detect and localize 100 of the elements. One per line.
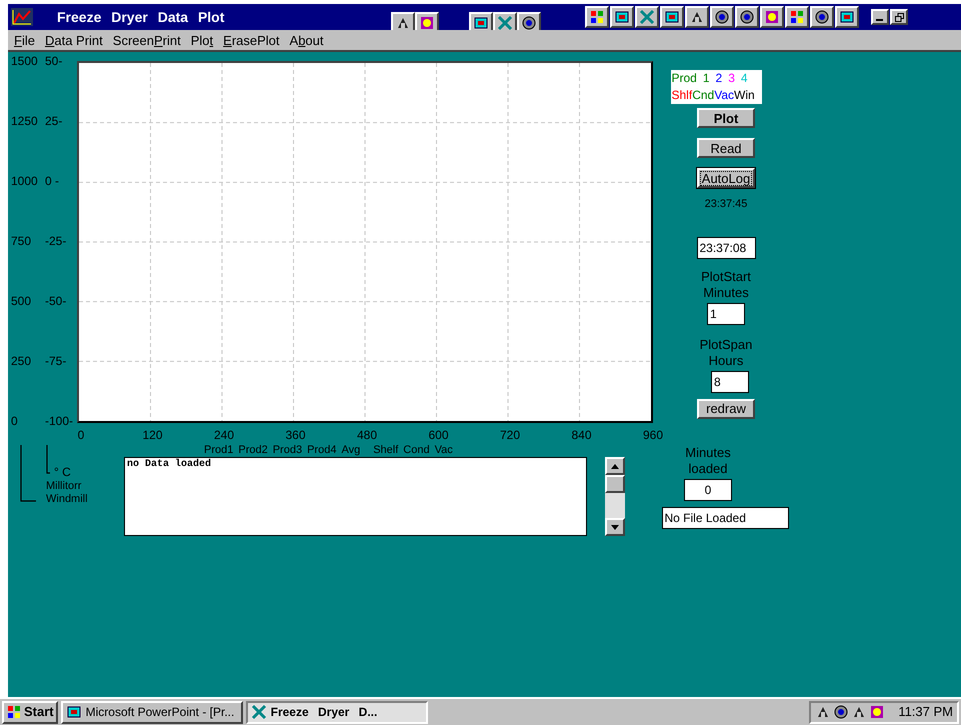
axis-label: 25- [45, 114, 62, 128]
field-label: Minutes loaded [685, 444, 731, 476]
axis-label: 500 [11, 294, 32, 308]
scroll-thumb[interactable] [605, 475, 625, 493]
axis-label: 720 [500, 427, 520, 444]
toolbar-button[interactable] [685, 6, 709, 28]
legend-label: 2 [716, 70, 722, 87]
unit-label: ° C [54, 464, 71, 481]
menu-item[interactable]: Data Print [44, 34, 103, 46]
column-header: Vac [434, 443, 453, 457]
axis-label: 1000 [11, 174, 39, 188]
legend-label: Cnd [692, 87, 714, 104]
menu-item[interactable]: ErasePlot [223, 34, 280, 46]
file-status-field[interactable]: No File Loaded [662, 506, 788, 528]
up-arrow-icon [611, 464, 619, 468]
legend-label: 1 [702, 70, 710, 87]
legend-label: Vac [714, 87, 734, 104]
axis-label: 120 [142, 427, 163, 444]
axis-label: 240 [214, 427, 234, 444]
app-icon [789, 9, 805, 25]
axis-label: 360 [285, 427, 306, 444]
down-arrow-icon [611, 524, 619, 530]
toolbar-button[interactable] [585, 6, 609, 28]
axis-label: 840 [571, 427, 592, 444]
button[interactable]: Plot [697, 108, 755, 128]
legend-label: Shlf [672, 87, 692, 104]
toolbar-button[interactable] [835, 6, 859, 28]
axis-label: 1250 [11, 114, 39, 128]
axis-label: 750 [11, 234, 32, 248]
axis-label: 600 [428, 427, 449, 444]
legend-label: Prod [672, 70, 697, 87]
axis-label: -75- [45, 354, 66, 368]
axis-label: 0 - [45, 174, 60, 188]
button[interactable]: AutoLog [697, 168, 755, 188]
axis-label: 50- [45, 54, 62, 68]
toolbar-button[interactable] [710, 6, 734, 28]
column-header: Prod4 [307, 443, 336, 457]
axis-label: 960 [642, 427, 664, 444]
axis-label: -50- [45, 294, 66, 308]
column-header: Prod2 [238, 443, 268, 457]
task-button[interactable]: Freeze Dryer D... [246, 700, 428, 724]
field-label: PlotSpan Hours [700, 336, 752, 368]
toolbar-button[interactable] [785, 6, 809, 28]
menu-item[interactable]: ScreenPrint [112, 34, 181, 46]
column-header: Avg [341, 443, 360, 457]
legend-label: 3 [728, 70, 735, 87]
minutes-loaded-field[interactable]: 0 [684, 478, 732, 500]
axis-label: -100- [45, 414, 74, 428]
app-icon [839, 9, 855, 25]
task-button[interactable]: Microsoft PowerPoint - [Pr... [60, 700, 243, 724]
legend-label: Win [734, 87, 755, 104]
scroll-up-button[interactable] [605, 457, 625, 475]
log-box[interactable]: no Data loaded [124, 457, 587, 536]
axis-label: 480 [356, 427, 378, 444]
button[interactable]: Read [697, 138, 755, 158]
toolbar-button[interactable] [660, 6, 684, 28]
plot-span-field[interactable]: 8 [711, 370, 749, 392]
toolbar-button[interactable] [810, 6, 834, 28]
app-icon [664, 9, 680, 25]
scroll-down-button[interactable] [605, 518, 625, 536]
app-icon [739, 9, 755, 25]
unit-label: Millitorr [46, 480, 82, 493]
scrollbar[interactable] [605, 457, 625, 536]
axis-label: 0 [78, 427, 84, 444]
clock: 11:37 PM [898, 703, 953, 722]
app-icon [589, 9, 605, 25]
axis-label: 250 [11, 354, 32, 368]
screen-icon [66, 704, 82, 720]
button[interactable]: redraw [697, 398, 755, 418]
window-title: Freeze Dryer Data Plot [57, 8, 226, 27]
toolbar-button[interactable] [735, 6, 759, 28]
plot-start-field[interactable]: 1 [707, 302, 745, 324]
legend-label: 4 [740, 70, 748, 87]
menu-item[interactable]: File [14, 34, 35, 46]
field-label: PlotStart Minutes [701, 268, 751, 300]
column-header: Shelf [373, 443, 398, 457]
start-button[interactable]: Start [2, 700, 58, 724]
toolbar-button[interactable] [635, 6, 659, 28]
clock-label: 23:37:45 [704, 197, 748, 212]
menu-item[interactable]: Plot [190, 34, 214, 46]
toolbar-button[interactable] [610, 6, 634, 28]
cross-icon [497, 15, 513, 31]
app-icon [714, 9, 730, 25]
toolbar-button[interactable] [760, 6, 784, 28]
unit-label: Windmill [46, 493, 88, 506]
app-icon [814, 9, 830, 25]
column-header: Cond [403, 443, 430, 457]
menu-item[interactable]: About [290, 34, 324, 46]
app-icon [764, 9, 780, 25]
app-icon [639, 9, 655, 25]
restore-button[interactable] [890, 9, 908, 25]
axis-label: 1500 [11, 54, 39, 68]
restore-icon [894, 12, 904, 22]
axis-label: 0 [11, 414, 19, 428]
app-icon [614, 9, 630, 25]
axis-label: -25- [45, 234, 66, 248]
time-field[interactable]: 23:37:08 [696, 236, 756, 258]
column-header: Prod1 [204, 443, 234, 457]
column-header: Prod3 [272, 443, 302, 457]
minimize-button[interactable] [871, 9, 889, 25]
